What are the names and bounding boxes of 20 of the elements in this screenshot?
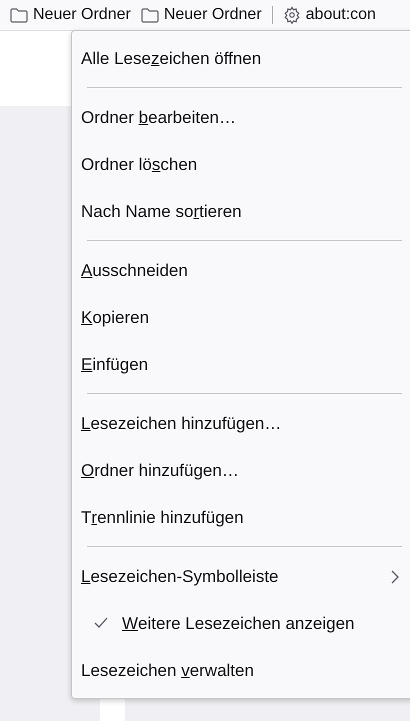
menu-item[interactable]: Einfügen: [72, 341, 410, 388]
menu-item[interactable]: Kopieren: [72, 294, 410, 341]
menu-item[interactable]: Weitere Lesezeichen anzeigen: [72, 600, 410, 647]
menu-item[interactable]: Lesezeichen verwalten: [72, 647, 410, 694]
folder-icon: [10, 8, 28, 22]
menu-item[interactable]: Ordner löschen: [72, 141, 410, 188]
chevron-icon: [391, 570, 399, 584]
bookmark[interactable]: about:con: [282, 6, 376, 24]
gear-icon: [282, 6, 301, 24]
folder-icon: [140, 8, 159, 22]
bookmark-folder[interactable]: Neuer Ordner: [10, 6, 131, 24]
menu-item[interactable]: Lesezeichen hinzufügen…: [72, 400, 410, 447]
menu-item[interactable]: Lesezeichen-Symbolleiste: [72, 553, 410, 600]
menu-item[interactable]: Ordner hinzufügen…: [72, 447, 410, 494]
menu-item[interactable]: Alle Lesezeichen öffnen: [72, 35, 410, 82]
bookmark-folder[interactable]: Neuer Ordner: [140, 6, 262, 24]
menu-item[interactable]: Ausschneiden: [72, 247, 410, 294]
menu-item[interactable]: Ordner bearbeiten…: [72, 94, 410, 141]
menu-item[interactable]: Nach Name sortieren: [72, 188, 410, 235]
menu-item[interactable]: Trennlinie hinzufügen: [72, 494, 410, 541]
